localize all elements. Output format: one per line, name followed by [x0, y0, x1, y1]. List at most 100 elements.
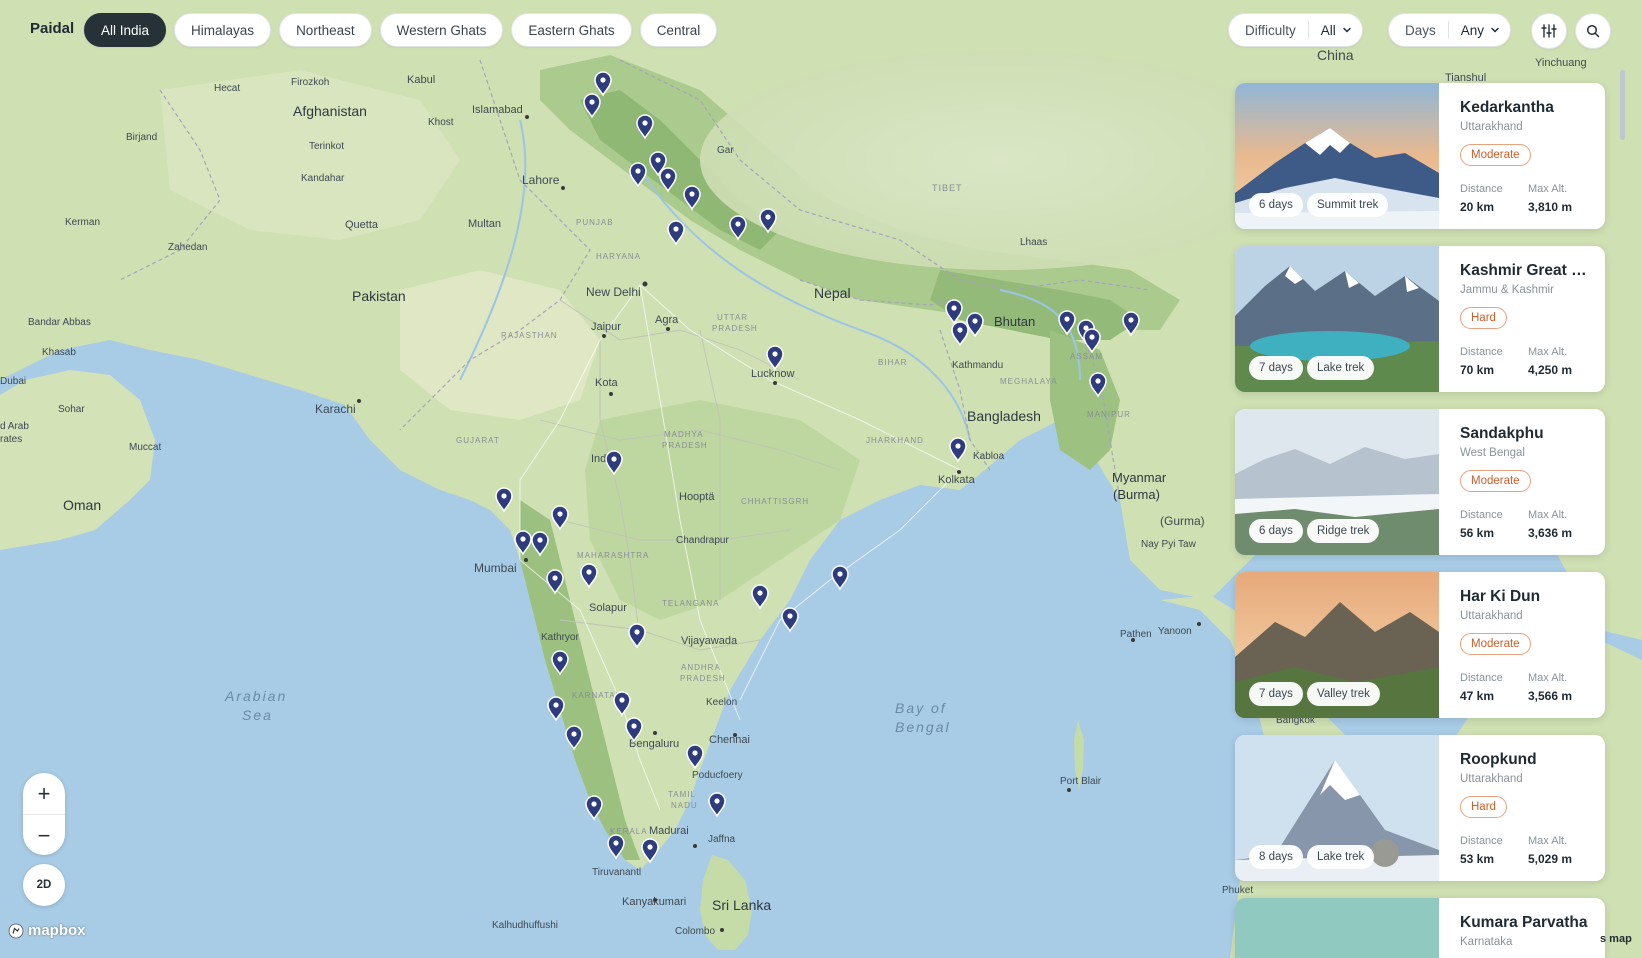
map-label-jharkhand: JHARKHAND: [866, 436, 924, 445]
trek-region: Uttarakhand: [1460, 610, 1523, 622]
trek-card[interactable]: Kumara Parvatha Karnataka: [1235, 898, 1605, 958]
trek-name: Kumara Parvatha: [1460, 914, 1588, 931]
map-label-bandar: Bandar Abbas: [28, 317, 91, 328]
map-label-up2: PRADESH: [712, 324, 758, 333]
sliders-icon: [1541, 24, 1557, 38]
map-label-herat: Hecat: [214, 83, 240, 94]
map-label-bangladesh: Bangladesh: [967, 408, 1041, 424]
trek-name: Roopkund: [1460, 751, 1537, 768]
region-tab-northeast[interactable]: Northeast: [279, 13, 372, 47]
trek-card[interactable]: 6 days Ridge trek Sandakphu West Bengal …: [1235, 409, 1605, 555]
distance-label: Distance: [1460, 346, 1503, 358]
region-tab-himalayas[interactable]: Himalayas: [174, 13, 272, 47]
distance-value: 20 km: [1460, 200, 1495, 214]
trek-duration-tag: 7 days: [1249, 356, 1303, 380]
trek-duration-tag: 6 days: [1249, 193, 1303, 217]
map-label-bhutan: Bhutan: [994, 314, 1035, 329]
map-label-pondicherry: Poducfoery: [692, 770, 743, 781]
trek-name: Sandakphu: [1460, 425, 1544, 442]
days-filter[interactable]: Days Any: [1388, 13, 1512, 47]
map-label-punjab: PUNJAB: [576, 218, 614, 227]
difficulty-filter[interactable]: Difficulty All: [1228, 13, 1363, 47]
map-label-tibet: TIBET: [932, 183, 963, 193]
map-label-kathryor: Kathryor: [541, 632, 579, 643]
map-label-kathmandu: Kathmandu: [952, 360, 1003, 371]
map-label-assam: ASSAM: [1070, 352, 1103, 361]
map-label-phuket: Phuket: [1222, 885, 1253, 896]
filter-settings-button[interactable]: [1531, 13, 1567, 49]
map-label-andhra: ANDHRA: [681, 663, 721, 672]
region-tab-eastern-ghats[interactable]: Eastern Ghats: [511, 13, 632, 47]
map-label-haryana: HARYANA: [596, 252, 641, 261]
map-attribution-link[interactable]: s map: [1600, 933, 1632, 945]
map-label-madhya2: PRADESH: [662, 441, 708, 450]
mapbox-logo[interactable]: mapbox: [8, 922, 86, 939]
map-label-khasab: Khasab: [42, 347, 76, 358]
map-label-karachi: Karachi: [315, 402, 356, 416]
trek-card[interactable]: 8 days Lake trek Roopkund Uttarakhand Ha…: [1235, 735, 1605, 881]
distance-label: Distance: [1460, 835, 1503, 847]
map-label-telangana: TELANGANA: [662, 599, 719, 608]
difficulty-select[interactable]: All: [1309, 23, 1362, 38]
map-label-indore: Ind: [591, 453, 606, 465]
region-tab-central[interactable]: Central: [639, 13, 718, 47]
map-label-muscat: Muccat: [129, 442, 161, 453]
trek-card[interactable]: 7 days Lake trek Kashmir Great Lakes Jam…: [1235, 246, 1605, 392]
app-brand: Paidal: [30, 20, 75, 37]
map-label-kabloa: Kabloa: [973, 451, 1005, 462]
trek-region: West Bengal: [1460, 447, 1525, 459]
map-label-kurnool: Keelon: [706, 697, 737, 708]
zoom-control: + −: [23, 773, 65, 855]
map-label-mumbai: Mumbai: [474, 561, 517, 575]
zoom-out-button[interactable]: −: [23, 815, 65, 856]
map-label-up: UTTAR: [717, 313, 748, 322]
map-label-maharashtra: MAHARASHTRA: [577, 551, 649, 560]
altitude-value: 3,810 m: [1528, 200, 1573, 214]
trek-type-tag: Lake trek: [1307, 845, 1375, 869]
difficulty-badge: Hard: [1460, 796, 1507, 818]
map-label-lhasa: Lhaas: [1020, 237, 1047, 248]
altitude-value: 3,636 m: [1528, 526, 1573, 540]
map-label-pathein: Pathen: [1120, 629, 1152, 640]
map-label-burma: (Burma): [1113, 487, 1160, 502]
map-label-dubai: Dubai: [0, 376, 26, 387]
zoom-in-button[interactable]: +: [23, 773, 65, 814]
days-select[interactable]: Any: [1449, 23, 1510, 38]
distance-label: Distance: [1460, 183, 1503, 195]
trek-card[interactable]: 7 days Valley trek Har Ki Dun Uttarakhan…: [1235, 572, 1605, 718]
trek-image: 6 days Summit trek: [1235, 83, 1439, 229]
map-label-kota: Kota: [595, 377, 619, 389]
search-icon: [1586, 24, 1600, 38]
mapbox-logo-icon: [8, 923, 24, 938]
map-label-bengaluru: Bengaluru: [629, 738, 679, 750]
card-list-scrollbar[interactable]: [1620, 70, 1625, 140]
trek-region: Jammu & Kashmir: [1460, 284, 1554, 296]
map-label-bay: Bay of: [895, 700, 947, 716]
search-button[interactable]: [1575, 13, 1611, 49]
altitude-label: Max Alt.: [1528, 509, 1568, 521]
region-tab-western-ghats[interactable]: Western Ghats: [379, 13, 504, 47]
region-tab-all-india[interactable]: All India: [84, 13, 167, 47]
trek-type-tag: Ridge trek: [1307, 519, 1380, 543]
map-label-gurma: (Gurma): [1160, 514, 1205, 528]
chevron-down-icon: [1343, 27, 1351, 33]
map-label-port-blair: Port Blair: [1060, 776, 1102, 787]
map-label-sri-lanka: Sri Lanka: [712, 897, 771, 913]
map-label-rajasthan: RAJASTHAN: [501, 331, 558, 340]
map-label-colombo: Colombo: [675, 926, 715, 937]
difficulty-select-value: All: [1320, 22, 1336, 38]
map-label-arabian-sea-2: Sea: [242, 707, 273, 723]
trek-region: Uttarakhand: [1460, 773, 1523, 785]
altitude-value: 5,029 m: [1528, 852, 1573, 866]
altitude-label: Max Alt.: [1528, 183, 1568, 195]
trek-card[interactable]: 6 days Summit trek Kedarkantha Uttarakha…: [1235, 83, 1605, 229]
trek-name: Har Ki Dun: [1460, 588, 1541, 605]
distance-value: 47 km: [1460, 689, 1495, 703]
map-label-kerman: Kerman: [65, 217, 100, 228]
map-label-manipur: MANIPUR: [1087, 410, 1131, 419]
map-label-chandrapur: Chandrapur: [676, 535, 729, 546]
map-label-chhattisgarh: CHHATTISGRH: [741, 497, 809, 506]
map-mode-toggle[interactable]: 2D: [23, 864, 65, 906]
map-label-naypyidaw: Nay Pyi Taw: [1141, 539, 1197, 550]
map-label-jaipur: Jaipur: [591, 321, 621, 333]
